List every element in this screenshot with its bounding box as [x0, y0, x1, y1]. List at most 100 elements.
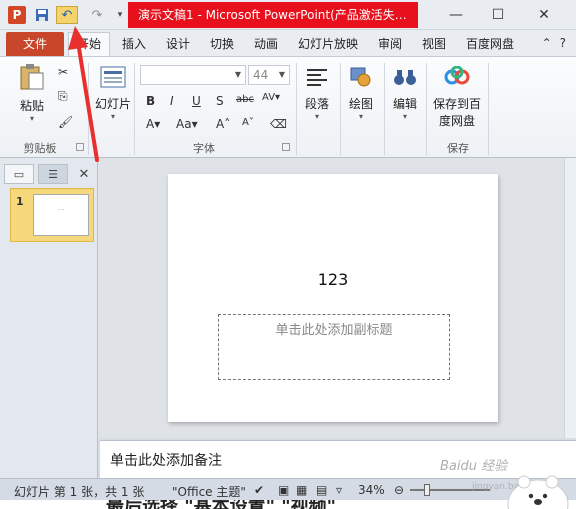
zoom-out-icon[interactable]: ⊖	[394, 483, 404, 497]
save-to-baidu-button[interactable]: 保存到百 度网盘	[428, 63, 486, 129]
slides-pane-tabs: ▭ ☰ ✕	[0, 164, 98, 184]
minimize-button[interactable]: —	[436, 2, 476, 28]
window-title: 演示文稿1 - Microsoft PowerPoint(产品激活失…	[128, 2, 418, 28]
spell-check-icon[interactable]: ✔	[254, 483, 264, 497]
ribbon-tabs: 文件 开始 插入 设计 切换 动画 幻灯片放映 审阅 视图 百度网盘 ⌃ ?	[0, 30, 576, 57]
ribbon-help-area: ⌃ ?	[542, 36, 566, 50]
slide-title[interactable]: 123	[168, 270, 498, 289]
font-size-combo[interactable]: 44 ▼	[248, 65, 290, 85]
baidu-watermark: Baidu 经验	[440, 459, 508, 474]
slides-pane: ▭ ☰ ✕ 1 ···	[0, 158, 98, 478]
group-separator	[426, 63, 427, 155]
customize-quick-access-icon[interactable]: ▾	[114, 6, 126, 24]
paste-icon	[17, 63, 47, 91]
cut-icon[interactable]: ✂	[58, 65, 68, 79]
vertical-scrollbar[interactable]	[564, 158, 576, 438]
reading-view-icon[interactable]: ▤	[316, 483, 327, 497]
ribbon: 粘贴 ▾ ✂ ⎘ 🖌 剪贴板 幻灯片 ▾ ▼ 44 ▼ B I U S abc A…	[0, 56, 576, 158]
slideshow-icon[interactable]: ▿	[336, 483, 342, 497]
article-caption: 最后选择 "基本设置" "视频"	[106, 500, 336, 509]
binoculars-icon	[390, 63, 420, 91]
decrease-font-icon[interactable]: A˅	[242, 117, 254, 128]
title-bar: P ↶ ↷ ▾ 演示文稿1 - Microsoft PowerPoint(产品激…	[0, 0, 576, 30]
font-launcher-icon[interactable]	[282, 143, 290, 151]
tab-insert[interactable]: 插入	[122, 32, 146, 56]
group-separator	[384, 63, 385, 155]
paste-button[interactable]: 粘贴 ▾	[12, 63, 52, 123]
group-separator	[488, 63, 489, 155]
increase-font-icon[interactable]: A˄	[216, 117, 230, 131]
collapse-ribbon-icon[interactable]: ⌃	[542, 36, 552, 50]
baidu-netdisk-icon	[442, 63, 472, 91]
slide-count: 幻灯片 第 1 张，共 1 张	[14, 485, 145, 499]
slide-thumbnail-item[interactable]: 1 ···	[10, 188, 94, 242]
slide-canvas[interactable]: 123 单击此处添加副标题	[168, 174, 498, 422]
strikethrough-icon[interactable]: abc	[236, 94, 254, 105]
normal-view-icon[interactable]: ▣	[278, 483, 289, 497]
chevron-down-icon: ▼	[234, 70, 241, 79]
paragraph-button[interactable]: 段落 ▾	[300, 63, 334, 121]
underline-icon[interactable]: U	[192, 94, 201, 108]
slide-number: 1	[16, 195, 24, 208]
chevron-down-icon[interactable]: ▾	[300, 112, 334, 121]
font-color-icon[interactable]: A▾	[146, 117, 160, 131]
group-separator	[134, 63, 135, 155]
theme-name: "Office 主题"	[172, 485, 246, 499]
group-separator	[88, 63, 89, 155]
powerpoint-window: P ↶ ↷ ▾ 演示文稿1 - Microsoft PowerPoint(产品激…	[0, 0, 576, 509]
drawing-button[interactable]: 绘图 ▾	[344, 63, 378, 121]
italic-icon[interactable]: I	[170, 94, 174, 108]
paragraph-icon	[302, 63, 332, 91]
outline-tab-icon[interactable]: ☰	[38, 164, 68, 184]
chevron-down-icon[interactable]: ▾	[388, 112, 422, 121]
maximize-button[interactable]: ☐	[478, 2, 518, 28]
group-label-clipboard: 剪贴板	[23, 142, 57, 155]
editing-button[interactable]: 编辑 ▾	[388, 63, 422, 121]
undo-icon[interactable]: ↶	[56, 6, 78, 24]
tab-animations[interactable]: 动画	[254, 32, 278, 56]
group-label-font: 字体	[193, 142, 215, 155]
copy-icon[interactable]: ⎘	[58, 89, 68, 104]
tab-view[interactable]: 视图	[422, 32, 446, 56]
subtitle-placeholder[interactable]: 单击此处添加副标题	[218, 314, 450, 380]
save-icon[interactable]	[34, 6, 50, 24]
tab-review[interactable]: 审阅	[378, 32, 402, 56]
chevron-down-icon: ▼	[278, 70, 285, 79]
format-painter-icon[interactable]: 🖌	[58, 115, 73, 129]
help-icon[interactable]: ?	[560, 36, 566, 50]
zoom-slider-thumb[interactable]	[424, 484, 430, 496]
close-button[interactable]: ✕	[524, 2, 564, 28]
article-text-strip: 最后选择 "基本设置" "视频"	[0, 500, 576, 509]
tab-home[interactable]: 开始	[68, 32, 110, 57]
new-slide-button[interactable]: 幻灯片 ▾	[92, 63, 134, 121]
powerpoint-logo-icon[interactable]: P	[8, 6, 26, 24]
tab-slideshow[interactable]: 幻灯片放映	[298, 32, 358, 56]
character-spacing-icon[interactable]: AV▾	[262, 92, 280, 103]
new-slide-dropdown-icon[interactable]: ▾	[92, 112, 134, 121]
close-pane-icon[interactable]: ✕	[74, 164, 94, 184]
group-label-save: 保存	[447, 142, 469, 155]
chevron-down-icon[interactable]: ▾	[344, 112, 378, 121]
bold-icon[interactable]: B	[146, 94, 155, 108]
group-separator	[340, 63, 341, 155]
group-separator	[296, 63, 297, 155]
new-slide-icon	[98, 63, 128, 91]
slides-tab-icon[interactable]: ▭	[4, 164, 34, 184]
redo-icon[interactable]: ↷	[90, 6, 104, 24]
slide-thumbnail[interactable]: ···	[33, 194, 89, 236]
clear-formatting-icon[interactable]: ⌫	[270, 117, 287, 131]
tab-file[interactable]: 文件	[6, 32, 64, 56]
tab-transitions[interactable]: 切换	[210, 32, 234, 56]
slide-sorter-icon[interactable]: ▦	[296, 483, 307, 497]
shadow-icon[interactable]: S	[216, 94, 224, 108]
shapes-icon	[346, 63, 376, 91]
clipboard-launcher-icon[interactable]	[76, 143, 84, 151]
paste-dropdown-icon[interactable]: ▾	[12, 114, 52, 123]
zoom-level[interactable]: 34%	[358, 483, 385, 497]
tab-baidu-netdisk[interactable]: 百度网盘	[466, 32, 514, 56]
font-name-combo[interactable]: ▼	[140, 65, 246, 85]
bear-mascot-icon	[507, 475, 569, 509]
tab-design[interactable]: 设计	[166, 32, 190, 56]
change-case-icon[interactable]: Aa▾	[176, 117, 198, 131]
slide-edit-area: 123 单击此处添加副标题	[98, 158, 576, 438]
